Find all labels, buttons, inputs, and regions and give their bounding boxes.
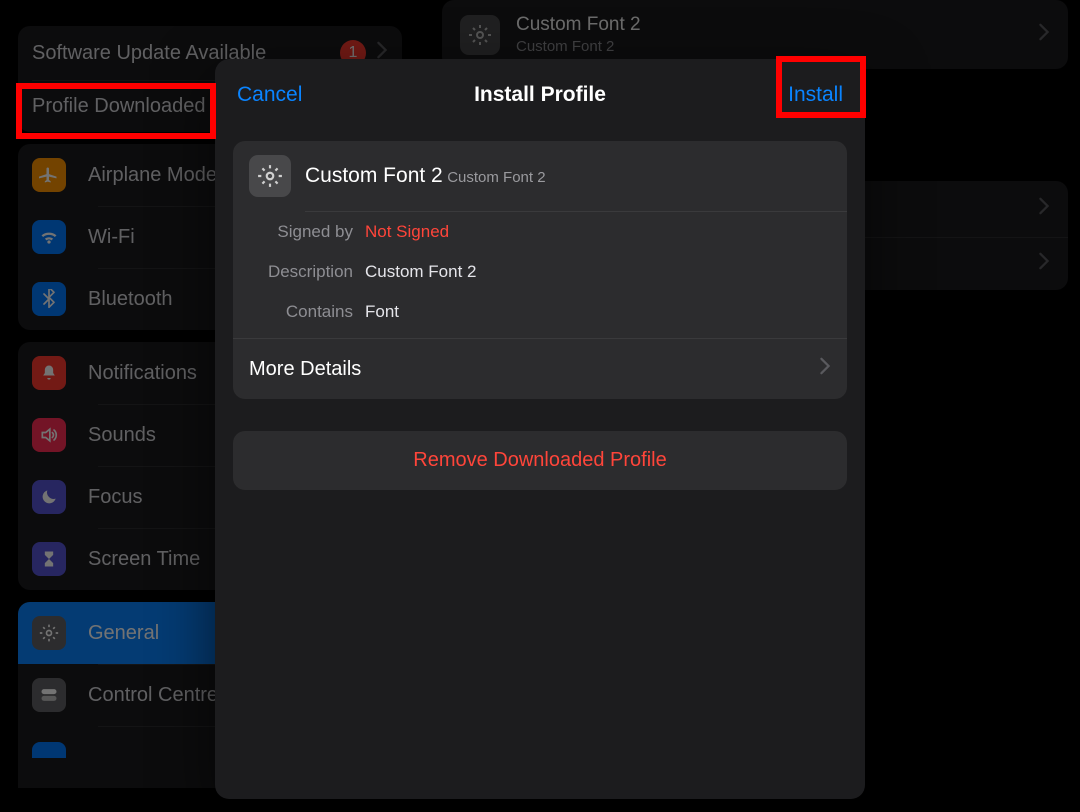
profile-list-title: Custom Font 2	[516, 14, 1038, 36]
profile-contains-row: Contains Font	[233, 292, 847, 338]
signed-by-label: Signed by	[249, 222, 353, 242]
profile-list-titles: Custom Font 2 Custom Font 2	[516, 14, 1038, 55]
profile-card: Custom Font 2 Custom Font 2 Signed by No…	[233, 141, 847, 399]
display-icon	[32, 742, 66, 758]
remove-profile-button[interactable]: Remove Downloaded Profile	[233, 431, 847, 490]
bell-icon	[32, 356, 66, 390]
install-button[interactable]: Install	[745, 79, 845, 111]
profile-header-row: Custom Font 2 Custom Font 2	[233, 141, 847, 211]
chevron-right-icon	[819, 357, 831, 381]
profile-titles: Custom Font 2 Custom Font 2	[305, 164, 831, 188]
more-details-label: More Details	[249, 358, 361, 381]
moon-icon	[32, 480, 66, 514]
profile-subtitle: Custom Font 2	[447, 169, 545, 186]
profile-list-subtitle: Custom Font 2	[516, 38, 1038, 55]
speaker-icon	[32, 418, 66, 452]
gear-icon	[460, 15, 500, 55]
profile-description-row: Description Custom Font 2	[233, 252, 847, 292]
contains-label: Contains	[249, 302, 353, 322]
chevron-right-icon	[1038, 197, 1050, 221]
cancel-button[interactable]: Cancel	[235, 79, 335, 111]
chevron-right-icon	[1038, 23, 1050, 47]
chevron-right-icon	[1038, 252, 1050, 276]
remove-profile-label: Remove Downloaded Profile	[413, 449, 666, 471]
signed-by-value: Not Signed	[365, 222, 449, 242]
contains-value: Font	[365, 302, 399, 322]
install-profile-sheet: Cancel Install Profile Install Custom Fo…	[215, 59, 865, 799]
gear-icon	[32, 616, 66, 650]
sheet-title: Install Profile	[474, 83, 606, 107]
hourglass-icon	[32, 542, 66, 576]
profile-title: Custom Font 2	[305, 164, 443, 187]
description-value: Custom Font 2	[365, 262, 477, 282]
bluetooth-icon	[32, 282, 66, 316]
more-details-row[interactable]: More Details	[233, 339, 847, 399]
toggle-icon	[32, 678, 66, 712]
airplane-icon	[32, 158, 66, 192]
description-label: Description	[249, 262, 353, 282]
gear-icon	[249, 155, 291, 197]
profile-signed-by-row: Signed by Not Signed	[233, 212, 847, 252]
wifi-icon	[32, 220, 66, 254]
sheet-header: Cancel Install Profile Install	[215, 59, 865, 127]
